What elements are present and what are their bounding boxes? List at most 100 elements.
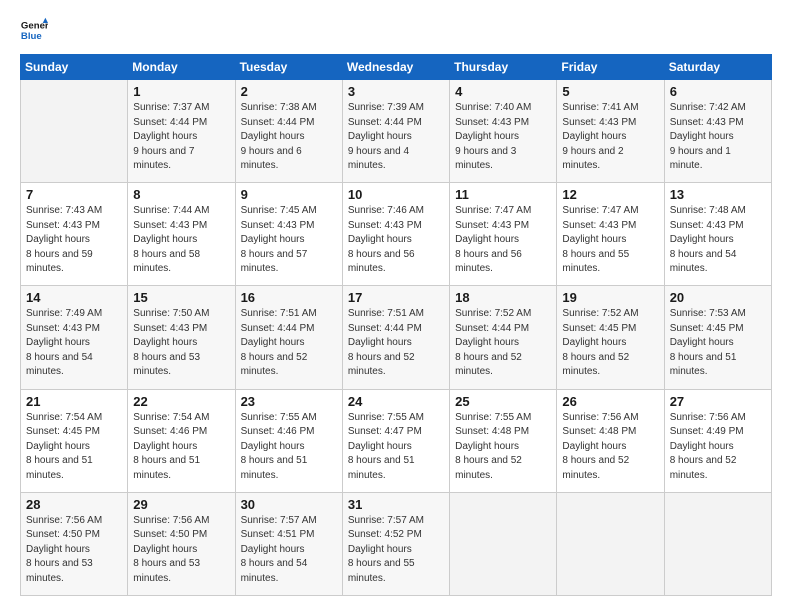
calendar-cell [21, 80, 128, 183]
page: General Blue SundayMondayTuesdayWednesda… [0, 0, 792, 612]
calendar-cell [664, 492, 771, 595]
day-number: 4 [455, 84, 551, 99]
day-number: 19 [562, 290, 658, 305]
day-detail: Sunrise: 7:49 AMSunset: 4:43 PMDaylight … [26, 307, 122, 380]
week-row-5: 28 Sunrise: 7:56 AMSunset: 4:50 PMDayligh… [21, 492, 772, 595]
logo: General Blue [20, 16, 48, 44]
weekday-header-friday: Friday [557, 55, 664, 80]
day-detail: Sunrise: 7:47 AMSunset: 4:43 PMDaylight … [455, 204, 551, 277]
day-number: 28 [26, 497, 122, 512]
day-number: 5 [562, 84, 658, 99]
weekday-header-row: SundayMondayTuesdayWednesdayThursdayFrid… [21, 55, 772, 80]
day-number: 15 [133, 290, 229, 305]
day-number: 16 [241, 290, 337, 305]
calendar-cell: 31 Sunrise: 7:57 AMSunset: 4:52 PMDayligh… [342, 492, 449, 595]
calendar-cell: 12 Sunrise: 7:47 AMSunset: 4:43 PMDayligh… [557, 183, 664, 286]
calendar-cell: 19 Sunrise: 7:52 AMSunset: 4:45 PMDayligh… [557, 286, 664, 389]
calendar-cell: 26 Sunrise: 7:56 AMSunset: 4:48 PMDayligh… [557, 389, 664, 492]
day-detail: Sunrise: 7:55 AMSunset: 4:46 PMDaylight … [241, 411, 337, 484]
day-detail: Sunrise: 7:56 AMSunset: 4:48 PMDaylight … [562, 411, 658, 484]
week-row-2: 7 Sunrise: 7:43 AMSunset: 4:43 PMDaylight… [21, 183, 772, 286]
calendar-cell: 11 Sunrise: 7:47 AMSunset: 4:43 PMDayligh… [450, 183, 557, 286]
calendar-cell: 15 Sunrise: 7:50 AMSunset: 4:43 PMDayligh… [128, 286, 235, 389]
week-row-1: 1 Sunrise: 7:37 AMSunset: 4:44 PMDaylight… [21, 80, 772, 183]
calendar-cell: 27Sunrise: 7:56 AMSunset: 4:49 PMDayligh… [664, 389, 771, 492]
calendar-cell: 6Sunrise: 7:42 AMSunset: 4:43 PMDaylight… [664, 80, 771, 183]
day-number: 25 [455, 394, 551, 409]
day-detail: Sunrise: 7:41 AMSunset: 4:43 PMDaylight … [562, 101, 658, 174]
day-detail: Sunrise: 7:52 AMSunset: 4:45 PMDaylight … [562, 307, 658, 380]
day-detail: Sunrise: 7:52 AMSunset: 4:44 PMDaylight … [455, 307, 551, 380]
day-detail: Sunrise: 7:57 AMSunset: 4:52 PMDaylight … [348, 514, 444, 587]
week-row-4: 21Sunrise: 7:54 AMSunset: 4:45 PMDayligh… [21, 389, 772, 492]
calendar-cell: 21Sunrise: 7:54 AMSunset: 4:45 PMDayligh… [21, 389, 128, 492]
calendar-cell: 29Sunrise: 7:56 AMSunset: 4:50 PMDayligh… [128, 492, 235, 595]
day-number: 2 [241, 84, 337, 99]
weekday-header-saturday: Saturday [664, 55, 771, 80]
day-detail: Sunrise: 7:55 AMSunset: 4:47 PMDaylight … [348, 411, 444, 484]
calendar-cell: 16 Sunrise: 7:51 AMSunset: 4:44 PMDayligh… [235, 286, 342, 389]
day-detail: Sunrise: 7:45 AMSunset: 4:43 PMDaylight … [241, 204, 337, 277]
calendar-cell: 4 Sunrise: 7:40 AMSunset: 4:43 PMDaylight… [450, 80, 557, 183]
calendar-cell: 23 Sunrise: 7:55 AMSunset: 4:46 PMDayligh… [235, 389, 342, 492]
calendar-cell: 20Sunrise: 7:53 AMSunset: 4:45 PMDayligh… [664, 286, 771, 389]
day-detail: Sunrise: 7:42 AMSunset: 4:43 PMDaylight … [670, 101, 766, 174]
day-number: 3 [348, 84, 444, 99]
weekday-header-wednesday: Wednesday [342, 55, 449, 80]
day-number: 1 [133, 84, 229, 99]
calendar-cell [557, 492, 664, 595]
day-detail: Sunrise: 7:37 AMSunset: 4:44 PMDaylight … [133, 101, 229, 174]
day-number: 23 [241, 394, 337, 409]
day-number: 11 [455, 187, 551, 202]
day-detail: Sunrise: 7:54 AMSunset: 4:46 PMDaylight … [133, 411, 229, 484]
logo-icon: General Blue [20, 16, 48, 44]
svg-text:Blue: Blue [21, 31, 42, 42]
day-number: 30 [241, 497, 337, 512]
calendar-cell: 24 Sunrise: 7:55 AMSunset: 4:47 PMDayligh… [342, 389, 449, 492]
day-detail: Sunrise: 7:53 AMSunset: 4:45 PMDaylight … [670, 307, 766, 380]
day-detail: Sunrise: 7:56 AMSunset: 4:50 PMDaylight … [133, 514, 229, 587]
calendar-cell: 8 Sunrise: 7:44 AMSunset: 4:43 PMDaylight… [128, 183, 235, 286]
calendar-cell: 3 Sunrise: 7:39 AMSunset: 4:44 PMDaylight… [342, 80, 449, 183]
day-number: 10 [348, 187, 444, 202]
calendar-cell: 30Sunrise: 7:57 AMSunset: 4:51 PMDayligh… [235, 492, 342, 595]
calendar-cell: 5 Sunrise: 7:41 AMSunset: 4:43 PMDaylight… [557, 80, 664, 183]
calendar-cell: 17Sunrise: 7:51 AMSunset: 4:44 PMDayligh… [342, 286, 449, 389]
day-detail: Sunrise: 7:44 AMSunset: 4:43 PMDaylight … [133, 204, 229, 277]
calendar-cell: 1 Sunrise: 7:37 AMSunset: 4:44 PMDaylight… [128, 80, 235, 183]
header: General Blue [20, 16, 772, 44]
day-detail: Sunrise: 7:40 AMSunset: 4:43 PMDaylight … [455, 101, 551, 174]
day-detail: Sunrise: 7:47 AMSunset: 4:43 PMDaylight … [562, 204, 658, 277]
day-number: 8 [133, 187, 229, 202]
day-detail: Sunrise: 7:46 AMSunset: 4:43 PMDaylight … [348, 204, 444, 277]
day-detail: Sunrise: 7:50 AMSunset: 4:43 PMDaylight … [133, 307, 229, 380]
day-number: 9 [241, 187, 337, 202]
day-detail: Sunrise: 7:43 AMSunset: 4:43 PMDaylight … [26, 204, 122, 277]
day-detail: Sunrise: 7:48 AMSunset: 4:43 PMDaylight … [670, 204, 766, 277]
day-number: 21 [26, 394, 122, 409]
calendar-cell: 14 Sunrise: 7:49 AMSunset: 4:43 PMDayligh… [21, 286, 128, 389]
calendar-cell: 25 Sunrise: 7:55 AMSunset: 4:48 PMDayligh… [450, 389, 557, 492]
day-number: 7 [26, 187, 122, 202]
day-number: 18 [455, 290, 551, 305]
day-detail: Sunrise: 7:56 AMSunset: 4:50 PMDaylight … [26, 514, 122, 587]
calendar-cell: 22 Sunrise: 7:54 AMSunset: 4:46 PMDayligh… [128, 389, 235, 492]
day-detail: Sunrise: 7:38 AMSunset: 4:44 PMDaylight … [241, 101, 337, 174]
day-detail: Sunrise: 7:55 AMSunset: 4:48 PMDaylight … [455, 411, 551, 484]
weekday-header-monday: Monday [128, 55, 235, 80]
day-number: 12 [562, 187, 658, 202]
day-number: 31 [348, 497, 444, 512]
day-number: 22 [133, 394, 229, 409]
week-row-3: 14 Sunrise: 7:49 AMSunset: 4:43 PMDayligh… [21, 286, 772, 389]
day-detail: Sunrise: 7:51 AMSunset: 4:44 PMDaylight … [241, 307, 337, 380]
weekday-header-sunday: Sunday [21, 55, 128, 80]
calendar-cell [450, 492, 557, 595]
day-detail: Sunrise: 7:39 AMSunset: 4:44 PMDaylight … [348, 101, 444, 174]
calendar-cell: 18 Sunrise: 7:52 AMSunset: 4:44 PMDayligh… [450, 286, 557, 389]
calendar-cell: 28 Sunrise: 7:56 AMSunset: 4:50 PMDayligh… [21, 492, 128, 595]
day-number: 14 [26, 290, 122, 305]
weekday-header-thursday: Thursday [450, 55, 557, 80]
day-number: 24 [348, 394, 444, 409]
day-number: 26 [562, 394, 658, 409]
day-detail: Sunrise: 7:56 AMSunset: 4:49 PMDaylight … [670, 411, 766, 484]
